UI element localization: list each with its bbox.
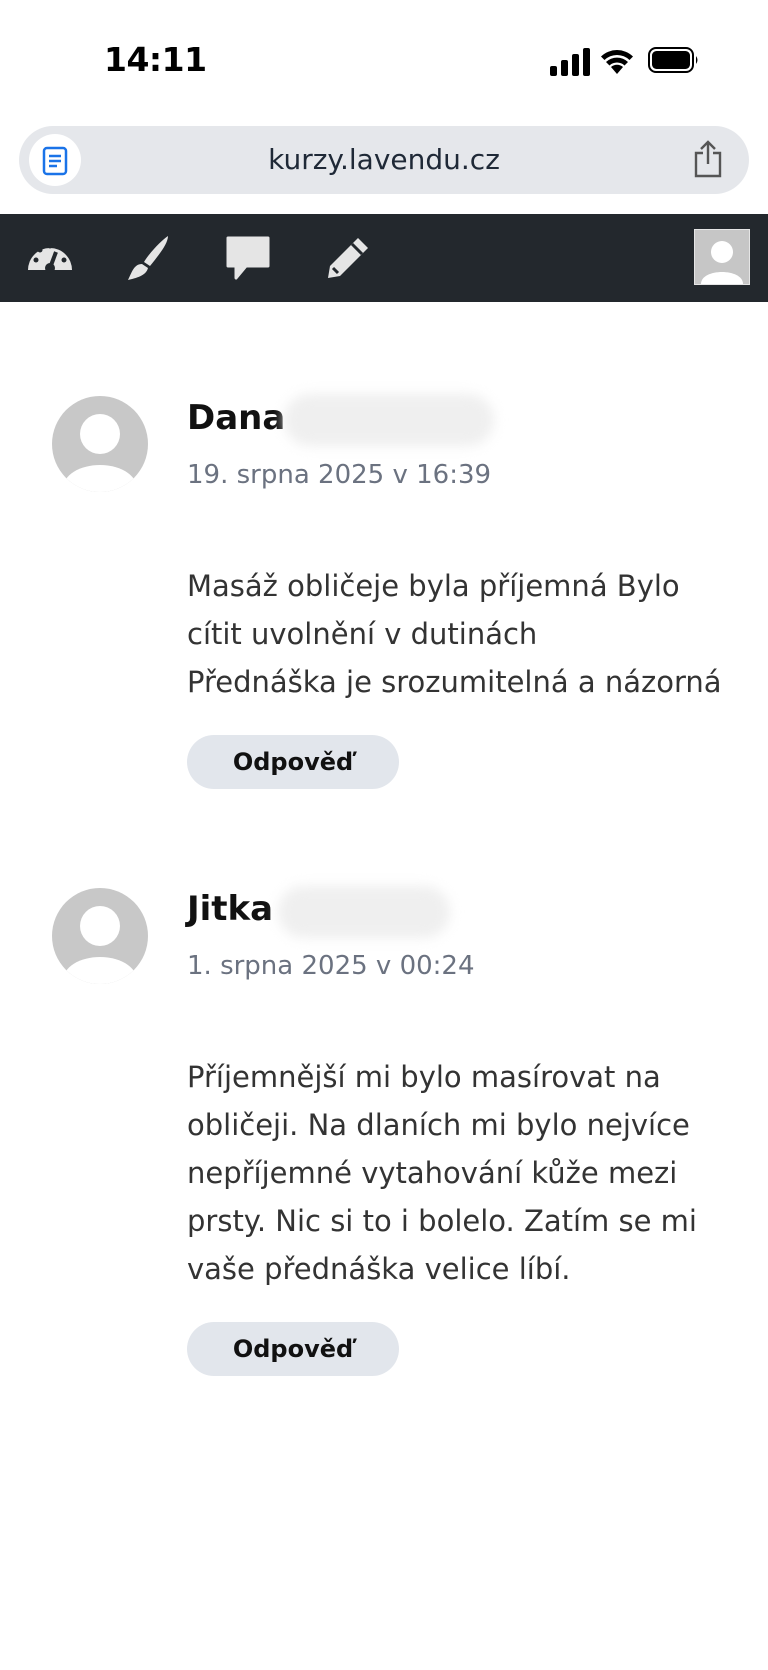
edit-pencil-icon[interactable]: [322, 232, 374, 284]
dashboard-icon[interactable]: [24, 232, 76, 284]
reply-button[interactable]: Odpověď: [187, 1322, 399, 1376]
url-text[interactable]: kurzy.lavendu.cz: [19, 143, 749, 176]
default-avatar-icon: [62, 414, 138, 492]
reply-button[interactable]: Odpověď: [187, 735, 399, 789]
status-time: 14:11: [104, 40, 207, 79]
default-avatar-icon: [62, 906, 138, 984]
comment-line: prsty. Nic si to i bolelo. Zatím se mi: [187, 1204, 697, 1238]
admin-toolbar: [0, 214, 768, 302]
comment-line: vaše přednáška velice líbí.: [187, 1252, 571, 1286]
customize-brush-icon[interactable]: [122, 232, 174, 284]
share-icon[interactable]: [691, 140, 725, 178]
redacted-surname: [284, 394, 494, 446]
comment-line: Masáž obličeje byla příjemná Bylo: [187, 569, 680, 603]
comment-line: Přednáška je srozumitelná a názorná: [187, 665, 722, 699]
address-bar[interactable]: kurzy.lavendu.cz: [19, 126, 749, 194]
wifi-icon: [601, 50, 633, 74]
comment-author: Dana: [187, 398, 286, 438]
user-icon: [701, 241, 743, 284]
comment-line: obličeji. Na dlaních mi bylo nejvíce: [187, 1108, 690, 1142]
comments-icon[interactable]: [222, 232, 274, 284]
comment-date[interactable]: 1. srpna 2025 v 00:24: [187, 951, 475, 981]
comment-line: Příjemnější mi bylo masírovat na: [187, 1060, 661, 1094]
status-bar: 14:11: [0, 0, 768, 120]
comment-text: Masáž obličeje byla příjemná Bylo cítit …: [187, 562, 747, 706]
comment-date[interactable]: 19. srpna 2025 v 16:39: [187, 460, 491, 490]
battery-icon: [648, 47, 698, 73]
comment-line: cítit uvolnění v dutinách: [187, 617, 538, 651]
cellular-signal-icon: [550, 48, 590, 76]
comment-line: nepříjemné vytahování kůže mezi: [187, 1156, 678, 1190]
comment-text: Příjemnější mi bylo masírovat na obličej…: [187, 1053, 747, 1293]
commenter-avatar: [52, 888, 148, 984]
user-avatar[interactable]: [694, 229, 750, 285]
commenter-avatar: [52, 396, 148, 492]
redacted-surname: [278, 886, 450, 938]
comment-author: Jitka: [187, 889, 274, 929]
